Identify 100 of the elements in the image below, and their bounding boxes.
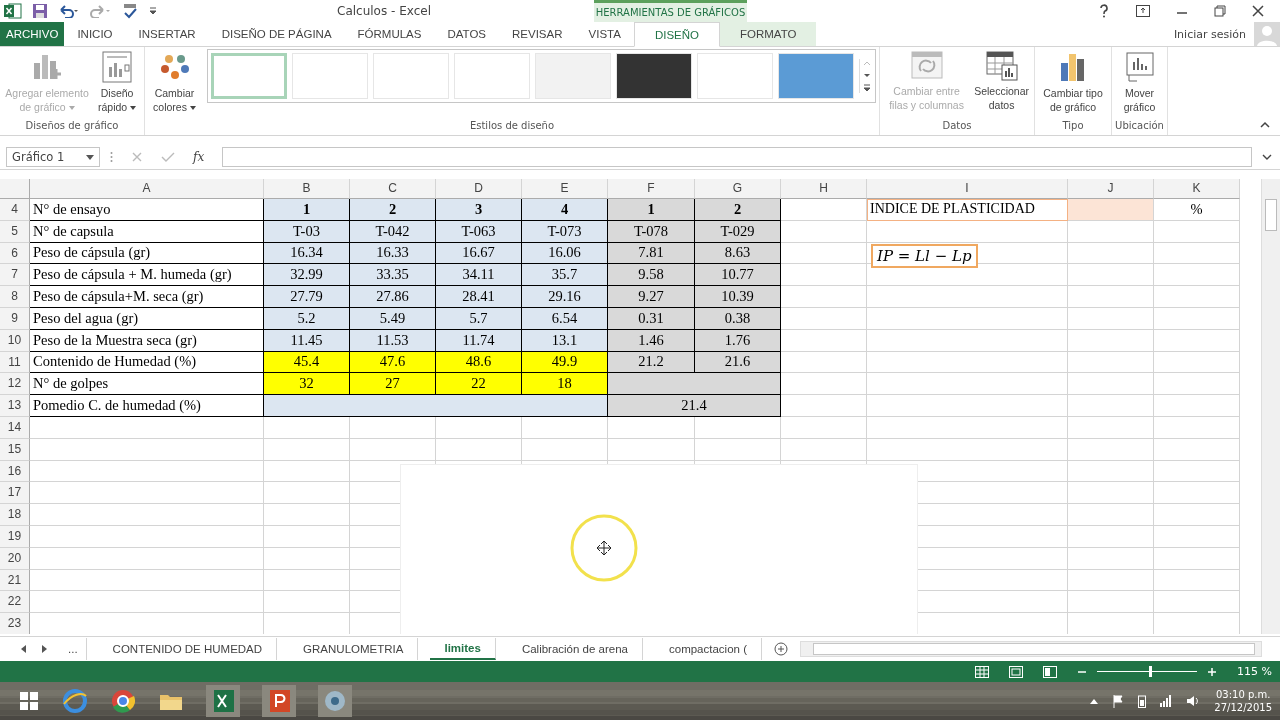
row-header[interactable]: 5 [0, 220, 30, 243]
name-box[interactable]: Gráfico 1 [6, 147, 100, 167]
start-icon[interactable] [18, 690, 40, 712]
ribbon-display-icon[interactable] [1136, 5, 1150, 17]
clock-date[interactable]: 27/12/2015 [1214, 701, 1272, 714]
chart-style-swatch[interactable] [616, 53, 692, 99]
zoom-level[interactable]: 115 % [1237, 665, 1272, 678]
spreadsheet-app-icon[interactable] [206, 685, 240, 717]
ribbon-button[interactable]: Cambiar colores [148, 49, 201, 116]
sheet-tab[interactable]: GRANULOMETRIA [289, 638, 419, 660]
ribbon-tab[interactable]: INSERTAR [125, 22, 209, 46]
ribbon-tab[interactable]: DATOS [434, 22, 500, 46]
save-icon[interactable] [32, 3, 48, 19]
ribbon-tab[interactable]: DISEÑO [633, 22, 720, 47]
more-sheets-button[interactable]: ... [60, 638, 87, 660]
browser-icon[interactable] [62, 688, 88, 714]
presentation-app-icon[interactable] [262, 685, 296, 717]
add-sheet-icon[interactable] [774, 642, 788, 656]
row-header[interactable]: 16 [0, 460, 30, 483]
row-header[interactable]: 9 [0, 308, 30, 330]
column-header[interactable]: E [522, 179, 608, 199]
row-header[interactable]: 20 [0, 547, 30, 570]
ribbon-tab[interactable]: ARCHIVO [0, 22, 65, 46]
sign-in-link[interactable]: Iniciar sesión [1173, 27, 1246, 41]
row-header[interactable]: 23 [0, 613, 30, 634]
chart-style-swatch[interactable] [454, 53, 530, 99]
row-header[interactable]: 11 [0, 351, 30, 374]
ribbon-tab[interactable]: FORMATO [720, 22, 817, 46]
ribbon-button[interactable]: Mover gráfico [1115, 49, 1164, 116]
row-header[interactable]: 19 [0, 525, 30, 548]
ribbon-tab[interactable]: VISTA [575, 22, 634, 46]
app-icon[interactable] [318, 685, 352, 717]
ribbon-button[interactable]: Diseño rápido [93, 49, 141, 116]
more-styles-icon[interactable] [862, 83, 872, 93]
row-header[interactable]: 8 [0, 286, 30, 308]
row-header[interactable]: 12 [0, 373, 30, 396]
sheet-tab[interactable]: limites [430, 638, 496, 660]
row-header[interactable]: 7 [0, 264, 30, 287]
column-header[interactable]: C [350, 179, 436, 199]
customize-menu-icon[interactable] [148, 6, 158, 16]
sheet-tab[interactable]: Calibración de arena [507, 638, 643, 660]
battery-icon[interactable] [1138, 694, 1147, 708]
ribbon-tab[interactable]: INICIO [64, 22, 126, 46]
scroll-down-icon[interactable] [862, 71, 872, 79]
row-header[interactable]: 13 [0, 395, 30, 417]
row-header[interactable]: 21 [0, 569, 30, 592]
row-header[interactable]: 4 [0, 199, 30, 221]
ribbon-tab[interactable]: REVISAR [499, 22, 576, 46]
row-header[interactable]: 6 [0, 242, 30, 265]
chart-style-swatch[interactable] [292, 53, 368, 99]
column-header[interactable]: F [608, 179, 695, 199]
speaker-icon[interactable] [1186, 695, 1201, 707]
ribbon-button[interactable]: Seleccionar datos [972, 49, 1031, 114]
chart-style-swatch[interactable] [697, 53, 773, 99]
horizontal-scrollbar[interactable] [800, 641, 1262, 657]
insert-function-button[interactable]: fx [193, 150, 205, 164]
row-header[interactable]: 17 [0, 482, 30, 505]
chart-style-swatch[interactable] [373, 53, 449, 99]
signal-icon[interactable] [1160, 695, 1173, 707]
normal-view-icon[interactable] [975, 665, 990, 678]
zoom-in-icon[interactable] [1207, 666, 1218, 677]
vertical-scrollbar[interactable] [1261, 179, 1280, 634]
undo-icon[interactable] [58, 4, 80, 18]
help-icon[interactable] [1098, 4, 1110, 18]
flag-icon[interactable] [1112, 694, 1125, 708]
column-header[interactable]: A [30, 179, 264, 199]
column-header[interactable]: B [264, 179, 350, 199]
collapse-ribbon-icon[interactable] [1260, 121, 1270, 129]
sheet-tab[interactable]: compactacion ( [655, 638, 762, 660]
next-sheet-icon[interactable] [40, 645, 48, 653]
ribbon-button[interactable]: Cambiar tipo de gráfico [1038, 49, 1108, 116]
sheet-tab[interactable]: CONTENIDO DE HUMEDAD [98, 638, 278, 660]
spelling-check-icon[interactable] [122, 3, 138, 19]
page-break-icon[interactable] [1043, 665, 1058, 678]
column-header[interactable]: K [1154, 179, 1240, 199]
row-header[interactable]: 10 [0, 329, 30, 352]
formula-input[interactable] [222, 147, 1252, 167]
restore-icon[interactable] [1214, 5, 1226, 17]
browser-icon[interactable] [110, 688, 136, 714]
equation-box[interactable]: IP = Ll − Lp [871, 243, 978, 268]
clock-time[interactable]: 03:10 p.m. [1215, 688, 1271, 701]
row-header[interactable]: 14 [0, 416, 30, 439]
chart-style-swatch[interactable] [535, 53, 611, 99]
row-header[interactable]: 15 [0, 438, 30, 461]
row-header[interactable]: 22 [0, 591, 30, 614]
ribbon-tab[interactable]: FÓRMULAS [344, 22, 435, 46]
chart-style-swatch[interactable] [778, 53, 854, 99]
excel-logo-icon[interactable] [4, 3, 22, 19]
column-header[interactable]: G [695, 179, 781, 199]
close-icon[interactable] [1252, 5, 1264, 17]
chart-style-swatch[interactable] [211, 53, 287, 99]
row-header[interactable]: 18 [0, 504, 30, 526]
column-header[interactable]: J [1068, 179, 1154, 199]
zoom-slider-thumb[interactable] [1149, 666, 1153, 677]
page-layout-icon[interactable] [1009, 665, 1024, 678]
expand-icon[interactable] [1262, 154, 1272, 160]
column-header[interactable]: H [781, 179, 867, 199]
ribbon-tab[interactable]: DISEÑO DE PÁGINA [208, 22, 345, 46]
previous-sheet-icon[interactable] [20, 645, 28, 653]
column-header[interactable]: D [436, 179, 522, 199]
